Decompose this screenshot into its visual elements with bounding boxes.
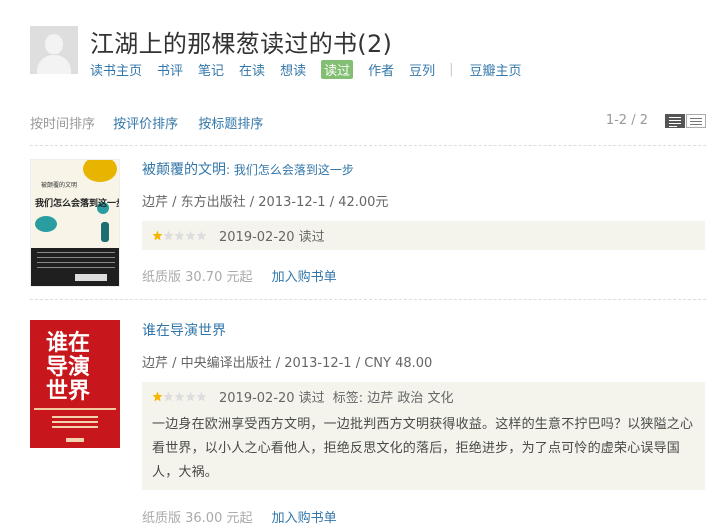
buy-row: 纸质版 36.00 元起 加入购书单 — [142, 507, 705, 526]
cover-main-title: 谁在导演世界 — [45, 331, 90, 404]
nav-read[interactable]: 读过 — [321, 60, 354, 79]
publisher-logo — [66, 438, 84, 442]
nav-doulists[interactable]: 豆列 — [409, 60, 435, 79]
nav-douban-home[interactable]: 豆瓣主页 — [470, 60, 522, 79]
paper-price: 纸质版 30.70 元起 — [142, 270, 253, 285]
divider — [30, 299, 706, 300]
user-avatar[interactable] — [30, 26, 78, 74]
read-date: 2019-02-20 读过 — [219, 391, 325, 406]
star-empty-icon — [185, 391, 196, 402]
book-subtitle[interactable]: : 我们怎么会落到这一步 — [226, 163, 354, 177]
sort-by-rating[interactable]: 按评价排序 — [113, 117, 178, 132]
cover-english-line — [34, 408, 116, 410]
sort-by-time: 按时间排序 — [30, 117, 96, 132]
sort-by-title[interactable]: 按标题排序 — [198, 117, 263, 132]
result-count: 1-2 / 2 — [605, 113, 648, 128]
cover-main-title: 我们怎么会落到这一步 — [35, 199, 120, 209]
star-empty-icon — [196, 391, 207, 402]
rating-box: 2019-02-20 读过 — [142, 221, 705, 250]
star-empty-icon — [163, 230, 174, 241]
paper-price: 纸质版 36.00 元起 — [142, 511, 253, 526]
nav-notes[interactable]: 笔记 — [198, 60, 224, 79]
star-empty-icon — [185, 230, 196, 241]
star-empty-icon — [163, 391, 174, 402]
cover-ink-splash — [35, 216, 57, 232]
user-nav: 读书主页 书评 笔记 在读 想读 读过 作者 豆列 | 豆瓣主页 — [90, 60, 537, 79]
star-empty-icon — [174, 391, 185, 402]
book-title-link[interactable]: 谁在导演世界 — [142, 320, 705, 340]
star-rating — [152, 230, 207, 241]
sort-bar: 按时间排序 按评价排序 按标题排序 1-2 / 2 — [30, 113, 706, 132]
book-cover[interactable]: 谁在导演世界 — [30, 320, 120, 448]
nav-reading-home[interactable]: 读书主页 — [90, 60, 142, 79]
buy-row: 纸质版 30.70 元起 加入购书单 — [142, 266, 705, 285]
book-pub-info: 边芹 / 东方出版社 / 2013-12-1 / 42.00元 — [142, 195, 389, 210]
rating-line: 2019-02-20 读过 标签: 边芹 政治 文化 — [152, 387, 695, 406]
avatar-shoulders-shape — [37, 55, 71, 74]
nav-separator: | — [449, 62, 454, 77]
divider — [30, 145, 706, 146]
cover-tag — [75, 274, 107, 281]
compact-view-icon[interactable] — [686, 114, 706, 128]
cover-text-lines — [37, 252, 115, 272]
book-info: 谁在导演世界 边芹 / 中央编译出版社 / 2013-12-1 / CNY 48… — [142, 320, 705, 526]
book-title[interactable]: 被颠覆的文明 — [142, 162, 226, 178]
book-title[interactable]: 谁在导演世界 — [142, 323, 226, 339]
cover-ink-splash — [101, 222, 109, 242]
nav-wish[interactable]: 想读 — [280, 60, 306, 79]
nav-authors[interactable]: 作者 — [368, 60, 394, 79]
star-filled-icon — [152, 391, 163, 402]
add-to-cart-link[interactable]: 加入购书单 — [272, 511, 337, 526]
book-info: 被颠覆的文明: 我们怎么会落到这一步 边芹 / 东方出版社 / 2013-12-… — [142, 159, 705, 285]
cover-small-title: 被颠覆的文明 — [41, 182, 78, 189]
short-comment: 一边身在欧洲享受西方文明，一边批判西方文明获得收益。这样的生意不拧巴吗？以狭隘之… — [152, 417, 694, 480]
rating-line: 2019-02-20 读过 — [152, 226, 695, 245]
star-rating — [152, 391, 207, 402]
list-view-icon[interactable] — [665, 114, 685, 128]
book-cover[interactable]: 被颠覆的文明 我们怎么会落到这一步 — [30, 159, 120, 287]
star-empty-icon — [196, 230, 207, 241]
star-filled-icon — [152, 230, 163, 241]
cover-text-lines — [52, 416, 98, 431]
book-pub-info: 边芹 / 中央编译出版社 / 2013-12-1 / CNY 48.00 — [142, 356, 433, 371]
star-empty-icon — [174, 230, 185, 241]
book-title-link[interactable]: 被颠覆的文明: 我们怎么会落到这一步 — [142, 159, 705, 179]
add-to-cart-link[interactable]: 加入购书单 — [272, 270, 337, 285]
nav-reading[interactable]: 在读 — [239, 60, 265, 79]
view-toggle — [665, 114, 706, 128]
nav-reviews[interactable]: 书评 — [157, 60, 183, 79]
read-date: 2019-02-20 读过 — [219, 230, 325, 245]
tag-list: 标签: 边芹 政治 文化 — [332, 391, 454, 406]
page-title: 江湖上的那棵葱读过的书(2) — [90, 30, 393, 58]
rating-box: 2019-02-20 读过 标签: 边芹 政治 文化 一边身在欧洲享受西方文明，… — [142, 382, 705, 490]
avatar-head-shape — [45, 34, 63, 54]
